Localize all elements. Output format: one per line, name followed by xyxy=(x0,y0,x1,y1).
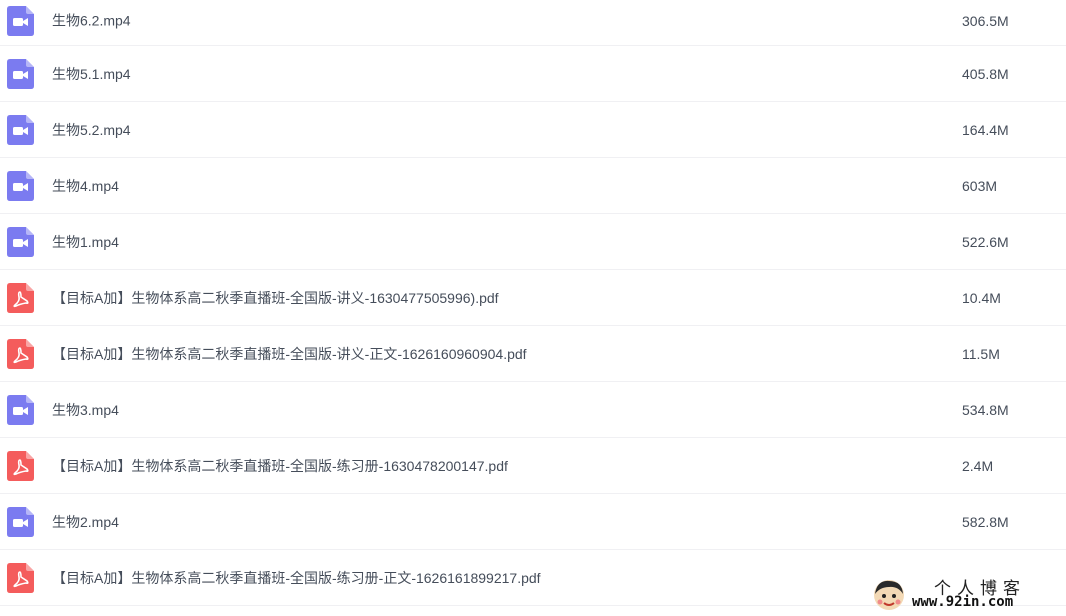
file-size: 11.5M xyxy=(962,345,1000,362)
file-name[interactable]: 生物2.mp4 xyxy=(52,512,119,532)
video-file-icon xyxy=(7,394,34,425)
file-name[interactable]: 生物3.mp4 xyxy=(52,400,119,420)
file-size: 405.8M xyxy=(962,65,1009,82)
file-size: 582.8M xyxy=(962,513,1009,530)
file-row[interactable]: 生物6.2.mp4 306.5M xyxy=(0,0,1066,46)
file-row[interactable]: 【目标A加】生物体系高二秋季直播班-全国版-讲义-1630477505996).… xyxy=(0,270,1066,326)
file-size: 10.4M xyxy=(962,289,1001,306)
file-size: 306.5M xyxy=(962,12,1009,29)
file-name[interactable]: 生物4.mp4 xyxy=(52,176,119,196)
file-size: 164.4M xyxy=(962,121,1009,138)
pdf-file-icon xyxy=(7,450,34,481)
file-name[interactable]: 【目标A加】生物体系高二秋季直播班-全国版-练习册-正文-16261618992… xyxy=(52,568,541,588)
file-name[interactable]: 【目标A加】生物体系高二秋季直播班-全国版-练习册-1630478200147.… xyxy=(52,456,508,476)
file-row[interactable]: 生物2.mp4 582.8M xyxy=(0,494,1066,550)
pdf-file-icon xyxy=(7,282,34,313)
file-name[interactable]: 生物5.1.mp4 xyxy=(52,64,131,84)
file-row[interactable]: 【目标A加】生物体系高二秋季直播班-全国版-讲义-正文-162616096090… xyxy=(0,326,1066,382)
file-row[interactable]: 生物5.1.mp4 405.8M xyxy=(0,46,1066,102)
file-row[interactable]: 生物5.2.mp4 164.4M xyxy=(0,102,1066,158)
watermark-avatar-icon xyxy=(874,580,904,610)
file-list: 生物6.2.mp4 306.5M 生物5.1.mp4 405.8M 生物5.2.mp4 1… xyxy=(0,0,1066,606)
file-name[interactable]: 【目标A加】生物体系高二秋季直播班-全国版-讲义-正文-162616096090… xyxy=(52,344,527,364)
file-row[interactable]: 生物3.mp4 534.8M xyxy=(0,382,1066,438)
watermark: 个人博客 www.92in.com xyxy=(872,574,1058,614)
file-row[interactable]: 生物4.mp4 603M xyxy=(0,158,1066,214)
file-row[interactable]: 生物1.mp4 522.6M xyxy=(0,214,1066,270)
file-size: 522.6M xyxy=(962,233,1009,250)
video-file-icon xyxy=(7,58,34,89)
file-size: 603M xyxy=(962,177,998,194)
pdf-file-icon xyxy=(7,562,34,593)
video-file-icon xyxy=(7,506,34,537)
file-name[interactable]: 生物1.mp4 xyxy=(52,232,119,252)
video-file-icon xyxy=(7,114,34,145)
file-size: 2.4M xyxy=(962,457,994,474)
pdf-file-icon xyxy=(7,338,34,369)
video-file-icon xyxy=(7,5,34,36)
video-file-icon xyxy=(7,170,34,201)
watermark-url: www.92in.com xyxy=(912,594,1014,610)
video-file-icon xyxy=(7,226,34,257)
file-row[interactable]: 【目标A加】生物体系高二秋季直播班-全国版-练习册-1630478200147.… xyxy=(0,438,1066,494)
file-size: 534.8M xyxy=(962,401,1009,418)
file-name[interactable]: 【目标A加】生物体系高二秋季直播班-全国版-讲义-1630477505996).… xyxy=(52,288,499,308)
file-name[interactable]: 生物6.2.mp4 xyxy=(52,10,131,30)
file-name[interactable]: 生物5.2.mp4 xyxy=(52,120,131,140)
